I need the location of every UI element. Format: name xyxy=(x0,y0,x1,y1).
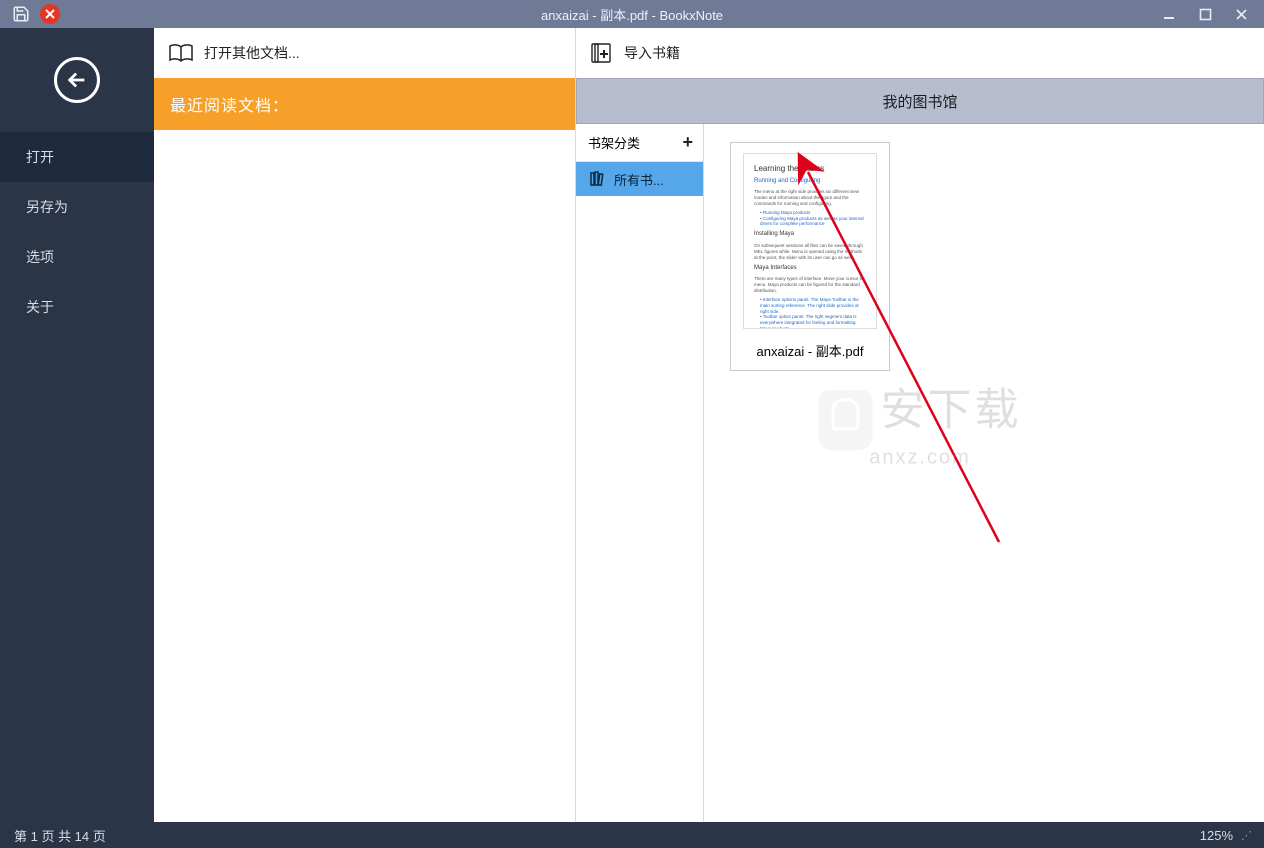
recent-list xyxy=(154,130,575,822)
library-title: 我的图书馆 xyxy=(576,78,1264,124)
page-info: 第 1 页 共 14 页 xyxy=(14,826,106,845)
minimize-icon[interactable] xyxy=(1160,5,1178,23)
library-panel: 导入书籍 我的图书馆 书架分类 + 所有书... xyxy=(576,28,1264,822)
save-icon[interactable] xyxy=(12,5,30,23)
zoom-level[interactable]: 125% xyxy=(1200,828,1233,843)
maximize-icon[interactable] xyxy=(1196,5,1214,23)
book-grid: Learning the Basics Running and Configur… xyxy=(704,124,1264,822)
open-other-label: 打开其他文档... xyxy=(204,43,300,63)
add-category-button[interactable]: + xyxy=(682,132,693,153)
books-icon xyxy=(590,171,608,187)
shelf-category-label: 书架分类 xyxy=(588,133,640,152)
shelf-item-label: 所有书... xyxy=(614,170,664,189)
book-open-icon xyxy=(168,43,194,63)
recent-section-title: 最近阅读文档： xyxy=(154,78,575,130)
book-thumbnail: Learning the Basics Running and Configur… xyxy=(743,153,877,329)
resize-grip-icon[interactable]: ⋰ xyxy=(1241,829,1250,842)
import-label: 导入书籍 xyxy=(624,43,680,63)
sidebar-item-label: 打开 xyxy=(26,147,54,167)
sidebar-item-label: 选项 xyxy=(26,247,54,267)
window-close-icon[interactable] xyxy=(1232,5,1250,23)
open-other-doc[interactable]: 打开其他文档... xyxy=(154,28,575,78)
sidebar-item-open[interactable]: 打开 xyxy=(0,132,154,182)
import-books[interactable]: 导入书籍 xyxy=(576,28,1264,78)
book-item[interactable]: Learning the Basics Running and Configur… xyxy=(730,142,890,371)
shelf-item-all[interactable]: 所有书... xyxy=(576,162,703,196)
sidebar-item-label: 关于 xyxy=(26,297,54,317)
book-filename: anxaizai - 副本.pdf xyxy=(753,335,868,370)
back-button[interactable] xyxy=(54,57,100,103)
sidebar-item-about[interactable]: 关于 xyxy=(0,282,154,332)
titlebar: anxaizai - 副本.pdf - BookxNote xyxy=(0,0,1264,28)
sidebar-item-saveas[interactable]: 另存为 xyxy=(0,182,154,232)
shelf-category-panel: 书架分类 + 所有书... xyxy=(576,124,704,822)
sidebar-item-label: 另存为 xyxy=(26,197,68,217)
sidebar: 打开 另存为 选项 关于 xyxy=(0,28,154,822)
statusbar: 第 1 页 共 14 页 125% ⋰ xyxy=(0,822,1264,848)
import-icon xyxy=(590,42,614,64)
recent-docs-panel: 打开其他文档... 最近阅读文档： xyxy=(154,28,576,822)
window-title: anxaizai - 副本.pdf - BookxNote xyxy=(541,5,723,24)
sidebar-item-options[interactable]: 选项 xyxy=(0,232,154,282)
close-icon[interactable] xyxy=(40,4,60,24)
